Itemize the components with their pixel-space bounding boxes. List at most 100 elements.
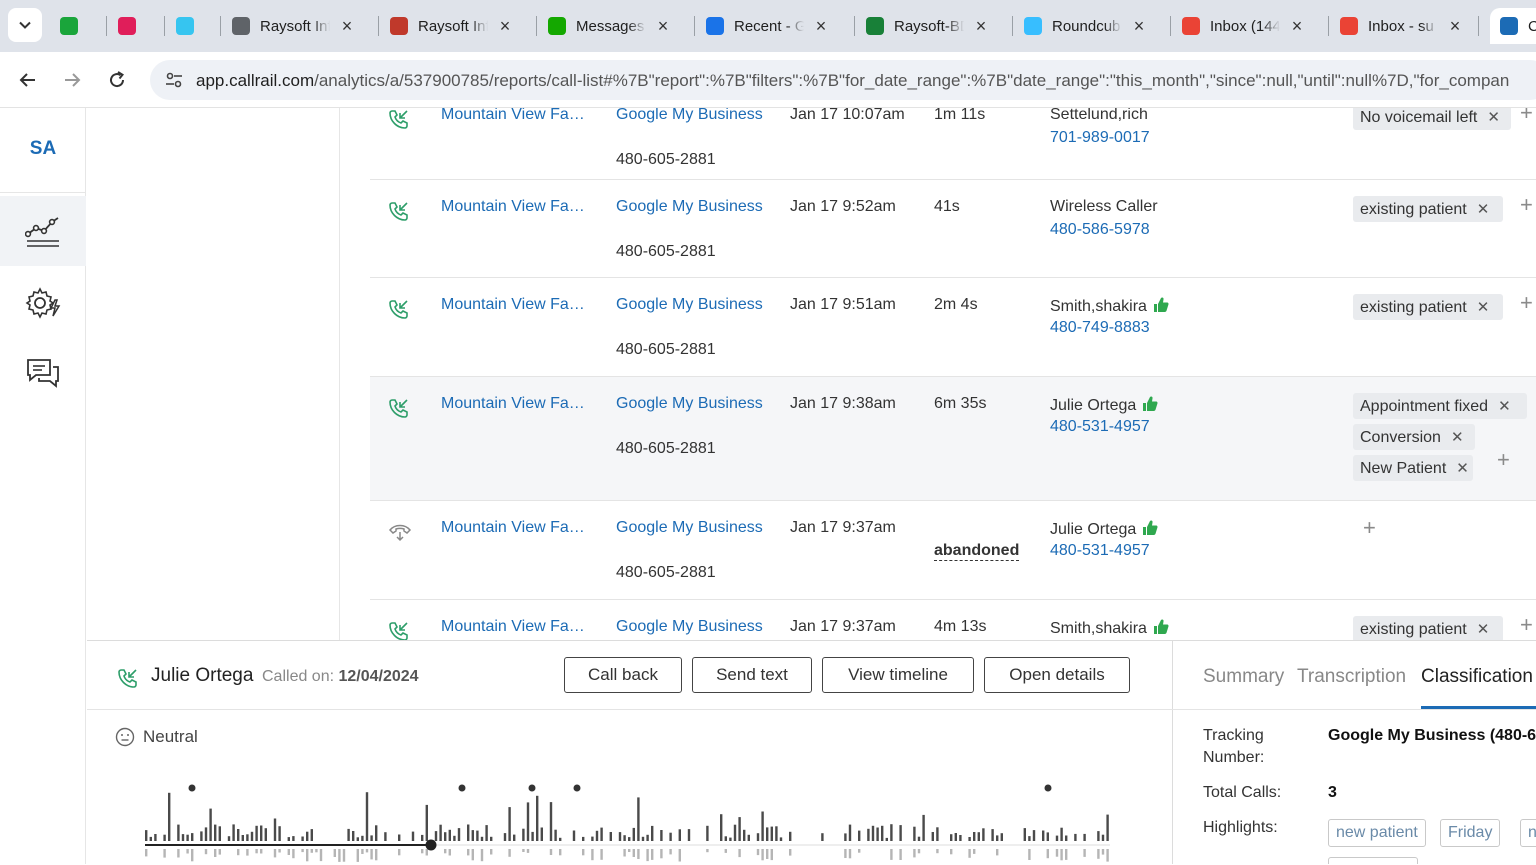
remove-tag-icon[interactable]: ✕ [1487,109,1500,126]
caller-phone-link[interactable]: 480-586-5978 [1050,221,1150,239]
browser-tab[interactable]: Raysoft Inf × [390,8,512,44]
browser-tab[interactable]: Recent - G × [706,8,828,44]
close-tab-icon[interactable]: × [1448,16,1462,37]
browser-tab[interactable]: Inbox - su × [1340,8,1462,44]
highlight-marker[interactable] [1044,784,1052,792]
back-button[interactable] [14,66,42,94]
company-link[interactable]: Mountain View Fa… [441,296,585,314]
company-link[interactable]: Mountain View Fa… [441,395,585,413]
close-tab-icon[interactable]: × [1290,16,1304,37]
remove-tag-icon[interactable]: ✕ [1477,621,1490,638]
call-tag[interactable]: Appointment fixed ✕ [1353,393,1527,419]
call-row[interactable]: Mountain View Fa… Google My Business 480-6… [370,501,1536,600]
caller-phone-link[interactable]: 701-989-0017 [1050,129,1150,147]
browser-tab[interactable] [176,8,204,44]
highlight-chip[interactable]: Friday [1440,819,1501,847]
reload-button[interactable] [103,66,131,94]
browser-tab[interactable]: C [1490,8,1536,44]
browser-tab[interactable]: Roundcub × [1024,8,1146,44]
address-bar[interactable]: app.callrail.com/analytics/a/537900785/r… [150,60,1536,100]
remove-tag-icon[interactable]: ✕ [1451,429,1464,446]
view-timeline-button[interactable]: View timeline [822,657,974,693]
highlight-marker[interactable] [528,784,536,792]
sidebar-item-analytics[interactable] [0,196,86,266]
close-tab-icon[interactable]: × [814,16,828,37]
call-back-button[interactable]: Call back [564,657,682,693]
tab-summary[interactable]: Summary [1203,666,1284,688]
add-tag-icon[interactable]: + [1497,447,1510,473]
highlight-chip[interactable]: new [1520,819,1536,847]
remove-tag-icon[interactable]: ✕ [1498,398,1511,415]
highlight-marker[interactable] [573,784,581,792]
browser-tab[interactable] [60,8,88,44]
add-tag-icon[interactable]: + [1363,515,1376,541]
call-tag[interactable]: existing patient ✕ [1353,616,1503,640]
call-tag[interactable]: existing patient ✕ [1353,294,1503,320]
thumbs-up-icon[interactable] [1153,296,1169,318]
caller-phone-link[interactable]: 480-749-8883 [1050,319,1150,337]
call-row[interactable]: Mountain View Fa… Google My Business 480-6… [370,377,1536,501]
browser-tab[interactable]: Messages × [548,8,670,44]
thumbs-up-icon[interactable] [1142,395,1158,417]
call-audio-waveform[interactable] [142,779,1112,865]
close-tab-icon[interactable]: × [340,16,354,37]
tab-separator [1012,16,1013,36]
account-avatar[interactable]: SA [0,138,86,160]
browser-tab[interactable]: Raysoft Inf × [232,8,354,44]
source-link[interactable]: Google My Business [616,296,763,314]
browser-tab[interactable]: Raysoft-BD × [866,8,988,44]
source-link[interactable]: Google My Business [616,618,763,636]
highlight-marker[interactable] [188,784,196,792]
send-text-button[interactable]: Send text [692,657,812,693]
call-tag[interactable]: Conversion ✕ [1353,424,1475,450]
caller-phone-link[interactable]: 480-531-4957 [1050,418,1150,436]
highlight-marker[interactable] [458,784,466,792]
open-details-button[interactable]: Open details [984,657,1130,693]
source-link[interactable]: Google My Business [616,395,763,413]
company-link[interactable]: Mountain View Fa… [441,519,585,537]
browser-tab[interactable]: Inbox (144 × [1182,8,1304,44]
highlight-chip[interactable]: new patient [1328,819,1426,847]
caller-phone-link[interactable]: 480-531-4957 [1050,542,1150,560]
playback-scrubber[interactable] [425,839,437,851]
add-tag-icon[interactable]: + [1520,290,1533,316]
call-row[interactable]: Mountain View Fa… Google My Business 480-6… [370,180,1536,278]
close-tab-icon[interactable]: × [974,16,988,37]
caller-name-cell: Julie Ortega [1050,395,1158,417]
tab-transcription[interactable]: Transcription [1297,666,1406,688]
company-link[interactable]: Mountain View Fa… [441,618,585,636]
waveform-bar-top [641,836,645,841]
browser-tab[interactable] [118,8,146,44]
remove-tag-icon[interactable]: ✕ [1456,460,1469,477]
company-link[interactable]: Mountain View Fa… [441,108,585,124]
call-row[interactable]: Mountain View Fa… Google My Business 480-6… [370,278,1536,377]
close-tab-icon[interactable]: × [656,16,670,37]
company-link[interactable]: Mountain View Fa… [441,198,585,216]
thumbs-up-icon[interactable] [1153,618,1169,640]
tab-classification[interactable]: Classification [1421,666,1533,688]
call-row[interactable]: Mountain View Fa… Google My Business 480-6… [370,108,1536,180]
close-tab-icon[interactable]: × [498,16,512,37]
source-link[interactable]: Google My Business [616,108,763,124]
source-link[interactable]: Google My Business [616,519,763,537]
waveform-bar-bottom [361,849,364,854]
forward-button[interactable] [58,66,86,94]
arrow-left-icon [19,73,35,87]
thumbs-up-icon[interactable] [1142,519,1158,541]
add-tag-icon[interactable]: + [1520,192,1533,218]
sidebar-item-conversations[interactable] [0,338,86,408]
call-tag[interactable]: New Patient ✕ [1353,455,1473,481]
sidebar-item-settings[interactable] [0,268,86,338]
highlight-chip[interactable] [1328,857,1418,864]
close-tab-icon[interactable]: × [1132,16,1146,37]
source-link[interactable]: Google My Business [616,198,763,216]
add-tag-icon[interactable]: + [1520,612,1533,638]
site-settings-icon[interactable] [164,70,184,90]
remove-tag-icon[interactable]: ✕ [1477,299,1490,316]
call-tag[interactable]: No voicemail left ✕ [1353,108,1511,130]
add-tag-icon[interactable]: + [1520,108,1533,126]
call-row[interactable]: Mountain View Fa… Google My Business Jan 1… [370,600,1536,640]
tab-search-button[interactable] [8,8,42,42]
call-tag[interactable]: existing patient ✕ [1353,196,1503,222]
remove-tag-icon[interactable]: ✕ [1477,201,1490,218]
